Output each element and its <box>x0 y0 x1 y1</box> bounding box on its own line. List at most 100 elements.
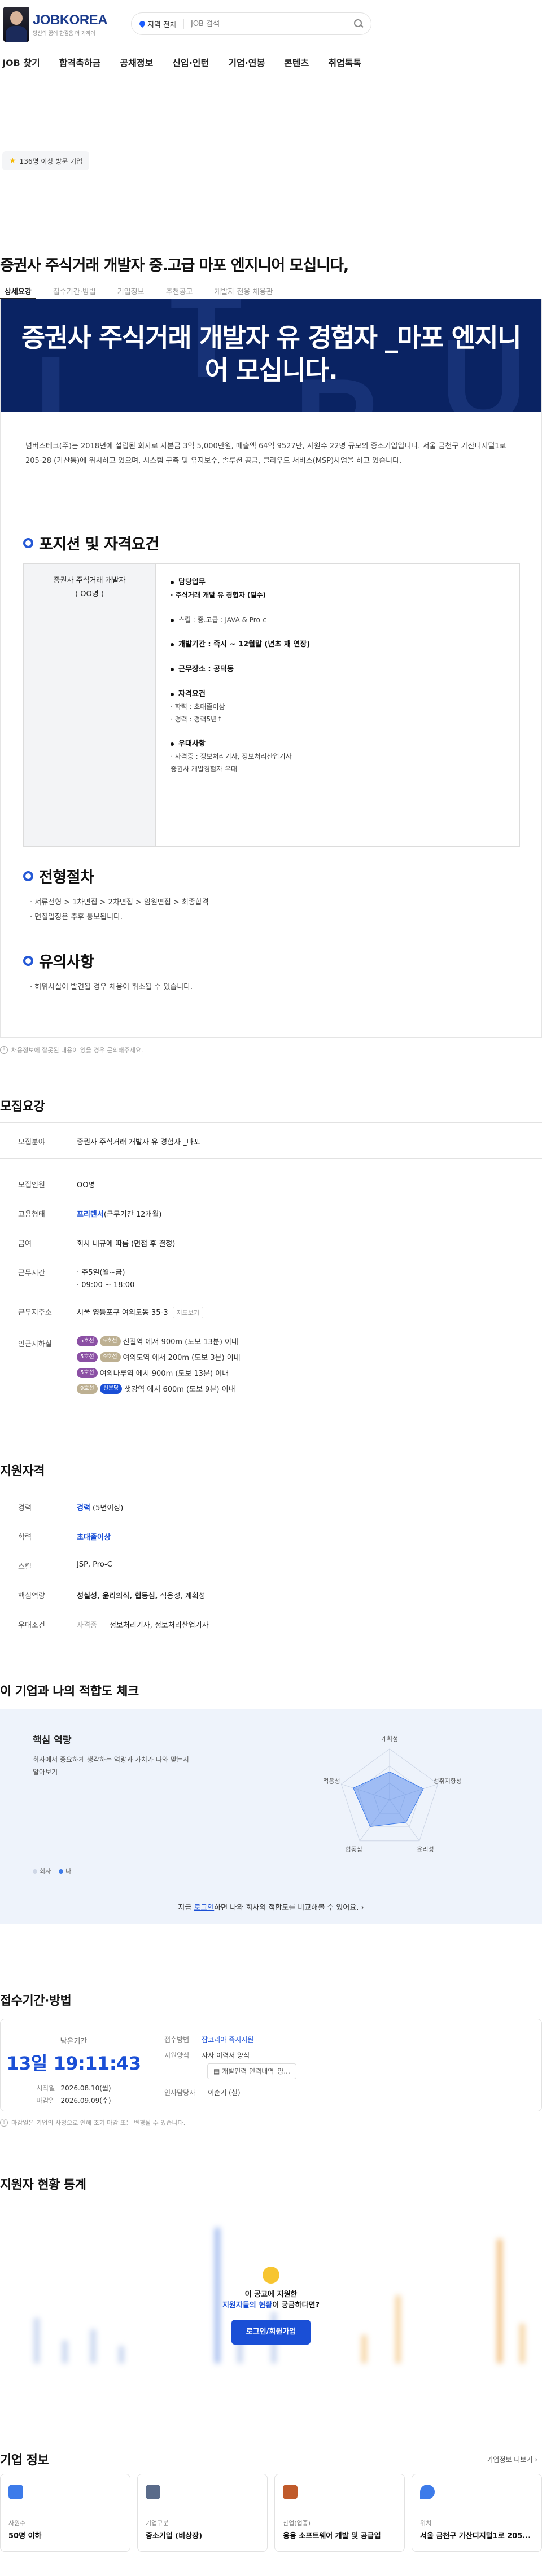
radar-axis-label: 윤리성 <box>417 1845 434 1853</box>
tab-recommend[interactable]: 추천공고 <box>161 282 198 299</box>
apply-method-link[interactable]: 잡코리아 즉시지원 <box>202 2036 253 2044</box>
receipt-note: ! 마감일은 기업의 사정으로 인해 조기 마감 또는 변경될 수 있습니다. <box>0 2118 185 2127</box>
bullet-ring-icon <box>23 871 33 881</box>
tab-dev-hall[interactable]: 개발자 전용 채용관 <box>209 282 277 299</box>
fit-cta: 지금 로그인하면 나와 회사의 적합도를 비교해볼 수 있어요. › <box>178 1904 364 1912</box>
hours-row: 근무시간 · 주5일(월~금) · 09:00 ~ 18:00 <box>18 1269 135 1289</box>
preference-block: 우대사항 · 자격증 : 정보처리기사, 정보처리산업기사 증권사 개발경험자 … <box>171 740 292 773</box>
building-icon <box>146 2485 160 2499</box>
nav-company-salary[interactable]: 기업·연봉 <box>228 55 265 69</box>
process-text: · 서류전형 > 1차면접 > 2차면접 > 임원면접 > 최종합격 · 면접일… <box>30 898 209 921</box>
company-card: 사원수 50명 이하 <box>0 2474 130 2552</box>
site-header: JOBKOREA 당신의 꿈에 한걸음 더 가까이 지역 전체 JOB 찾기 합… <box>0 0 542 73</box>
fit-desc: 회사에서 중요하게 생각하는 역량과 가치가 나와 맞는지 알아보기 <box>33 1756 189 1776</box>
recruit-field-row: 모집분야 증권사 주식거래 개발자 유 경험자 _마포 <box>18 1138 200 1147</box>
position-count: ( OO명 ) <box>75 590 104 598</box>
nav-reward[interactable]: 합격축하금 <box>59 55 101 69</box>
stats-blurred: 이 공고에 지원한 지원자들의 현황이 궁금하다면? 로그인/회원가입 <box>0 2202 542 2371</box>
place-block: 근무장소 : 공덕동 <box>171 663 509 676</box>
nav-job-search[interactable]: JOB 찾기 <box>2 55 40 69</box>
nav-intern[interactable]: 신입·인턴 <box>172 55 209 69</box>
subway-item: 5호선 9호선 신길역 에서 900m (도보 13분) 이내 <box>77 1336 238 1346</box>
company-card: 기업구분 중소기업 (비상장) <box>137 2474 268 2552</box>
nav-talk[interactable]: 취업톡톡 <box>328 55 361 69</box>
map-button[interactable]: 지도보기 <box>172 1307 203 1318</box>
file-download-button[interactable]: ▤ 개발인력 인력내역_양... <box>207 2063 296 2079</box>
company-intro: 넘버스테크(주)는 2018년에 설립된 회사로 자본금 3억 5,000만원,… <box>25 442 506 465</box>
company-card: 산업(업종) 응용 소프트웨어 개발 및 공급업 <box>274 2474 405 2552</box>
qual-preference-row: 우대조건 자격증 정보처리기사, 정보처리산업기사 <box>18 1621 209 1630</box>
login-signup-button[interactable]: 로그인/회원가입 <box>231 2320 311 2345</box>
tab-receipt[interactable]: 접수기간·방법 <box>49 282 100 299</box>
report-note[interactable]: ! 채용정보에 잘못된 내용이 있을 경우 문의해주세요. <box>0 1046 143 1055</box>
fit-heading: 이 기업과 나의 적합도 체크 <box>0 1685 139 1699</box>
bullet-ring-icon <box>23 537 33 548</box>
radar-axis-label: 협동심 <box>345 1845 362 1853</box>
qual-competency-row: 핵심역량 성실성, 윤리의식, 협동심, 적응성, 계획성 <box>18 1592 206 1600</box>
duty-block: 담당업무 · 주식거래 개발 유 경험자 (필수) <box>171 578 266 599</box>
fit-legend: 회사 나 <box>33 1866 71 1875</box>
qual-edu-row: 학력 초대졸이상 <box>18 1533 111 1542</box>
tab-company[interactable]: 기업정보 <box>113 282 149 299</box>
bullet-ring-icon <box>23 955 33 966</box>
receipt-period: 남은기간 13일 19:11:43 시작일 2026.08.10(월) 마감일 20… <box>1 2019 147 2111</box>
period-block: 개발기간 : 즉시 ~ 12월말 (년초 재 연장) <box>171 638 509 651</box>
subway-item: 5호선 여의나루역 에서 900m (도보 13분) 이내 <box>77 1367 229 1378</box>
visit-badge: ★ 136명 이상 방문 기업 <box>2 151 90 170</box>
receipt-method: 접수방법 잡코리아 즉시지원 지원양식 자사 이력서 양식 ▤ 개발인력 인력내역_… <box>164 2032 296 2101</box>
qual-skill-row: 스킬 JSP, Pro-C <box>18 1560 112 1571</box>
employment-type-row: 고용형태 프리랜서(근무기간 12개월) <box>18 1210 162 1219</box>
company-card: 위치 서울 금천구 가산디지털1로 205... <box>412 2474 542 2552</box>
banner-title: 증권사 주식거래 개발자 유 경험자 _마포 엔지니어 모십니다. <box>21 322 522 386</box>
nav-content[interactable]: 콘텐츠 <box>284 55 309 69</box>
search-bar: 지역 전체 <box>131 12 371 35</box>
qual-career-row: 경력 경력 (5년이상) <box>18 1504 124 1512</box>
address-row: 근무지주소 서울 영등포구 여의도동 35-3 지도보기 <box>0 1306 542 1318</box>
fit-card: 핵심 역량 회사에서 중요하게 생각하는 역량과 가치가 나와 맞는지 알아보기… <box>0 1709 542 1924</box>
info-icon: ! <box>0 1046 8 1054</box>
search-icon[interactable] <box>354 19 363 28</box>
logo[interactable]: JOBKOREA 당신의 꿈에 한걸음 더 가까이 <box>3 6 116 43</box>
logo-subtitle: 당신의 꿈에 한걸음 더 가까이 <box>33 30 95 37</box>
subway-item: 5호선 9호선 여의도역 에서 200m (도보 3분) 이내 <box>77 1352 241 1362</box>
process-heading: 전형절차 <box>23 865 94 887</box>
nav-public-recruit[interactable]: 공채정보 <box>120 55 153 69</box>
receipt-heading: 접수기간·방법 <box>0 1994 72 2008</box>
tab-detail[interactable]: 상세요강 <box>0 282 36 299</box>
position-left: 증권사 주식거래 개발자 ( OO명 ) <box>24 564 156 846</box>
people-icon <box>8 2485 23 2499</box>
position-heading: 포지션 및 자격요건 <box>23 532 159 554</box>
stats-login-overlay: 이 공고에 지원한 지원자들의 현황이 궁금하다면? 로그인/회원가입 <box>169 2267 373 2345</box>
recruit-heading: 모집요강 <box>0 1100 45 1114</box>
location-selector[interactable]: 지역 전체 <box>138 18 184 29</box>
radar-axis-label: 성취지향성 <box>433 1778 462 1785</box>
stats-heading: 지원자 현황 통계 <box>0 2178 86 2192</box>
file-icon: ▤ <box>213 2067 222 2075</box>
subway-item: 9호선 신분당 샛강역 에서 600m (도보 9분) 이내 <box>77 1383 235 1394</box>
location-icon <box>420 2485 435 2499</box>
company-more-link[interactable]: 기업정보 더보기 › <box>487 2455 537 2464</box>
position-table: 증권사 주식거래 개발자 ( OO명 ) 담당업무 · 주식거래 개발 유 경험… <box>23 563 520 847</box>
thinking-emoji-icon <box>263 2267 279 2284</box>
login-link[interactable]: 로그인 <box>194 1904 214 1912</box>
radar-axis-label: 적응성 <box>323 1778 340 1785</box>
salary-row: 급여 회사 내규에 따름 (면접 후 결정) <box>18 1240 176 1248</box>
chevron-right-icon: › <box>361 1904 364 1912</box>
remaining-time: 13일 19:11:43 <box>6 2053 141 2074</box>
fit-card-title: 핵심 역량 <box>33 1735 72 1746</box>
search-input[interactable] <box>190 19 354 28</box>
logo-title: JOBKOREA <box>33 12 108 28</box>
requirement-block: 자격요건 · 학력 : 초대졸이상 · 경력 : 경력5년↑ <box>171 690 225 723</box>
logo-mascot <box>3 7 29 42</box>
info-icon: ! <box>0 2119 8 2127</box>
qualification-heading: 지원자격 <box>0 1464 45 1479</box>
skill-block: 스킬 : 중.고급 : JAVA & Pro-c <box>171 614 509 626</box>
notice-text: · 허위사실이 발견될 경우 채용이 취소될 수 있습니다. <box>30 983 193 991</box>
notice-heading: 유의사항 <box>23 950 94 972</box>
job-title: 증권사 주식거래 개발자 중.고급 마포 엔지니어 모십니다, <box>0 257 349 274</box>
main-nav: JOB 찾기 합격축하금 공채정보 신입·인턴 기업·연봉 콘텐츠 취업톡톡 <box>0 55 381 69</box>
visit-badge-label: 136명 이상 방문 기업 <box>19 157 83 165</box>
company-heading: 기업 정보 <box>0 2453 49 2468</box>
recruit-count-row: 모집인원 OO명 <box>18 1181 95 1189</box>
star-icon: ★ <box>9 156 16 165</box>
